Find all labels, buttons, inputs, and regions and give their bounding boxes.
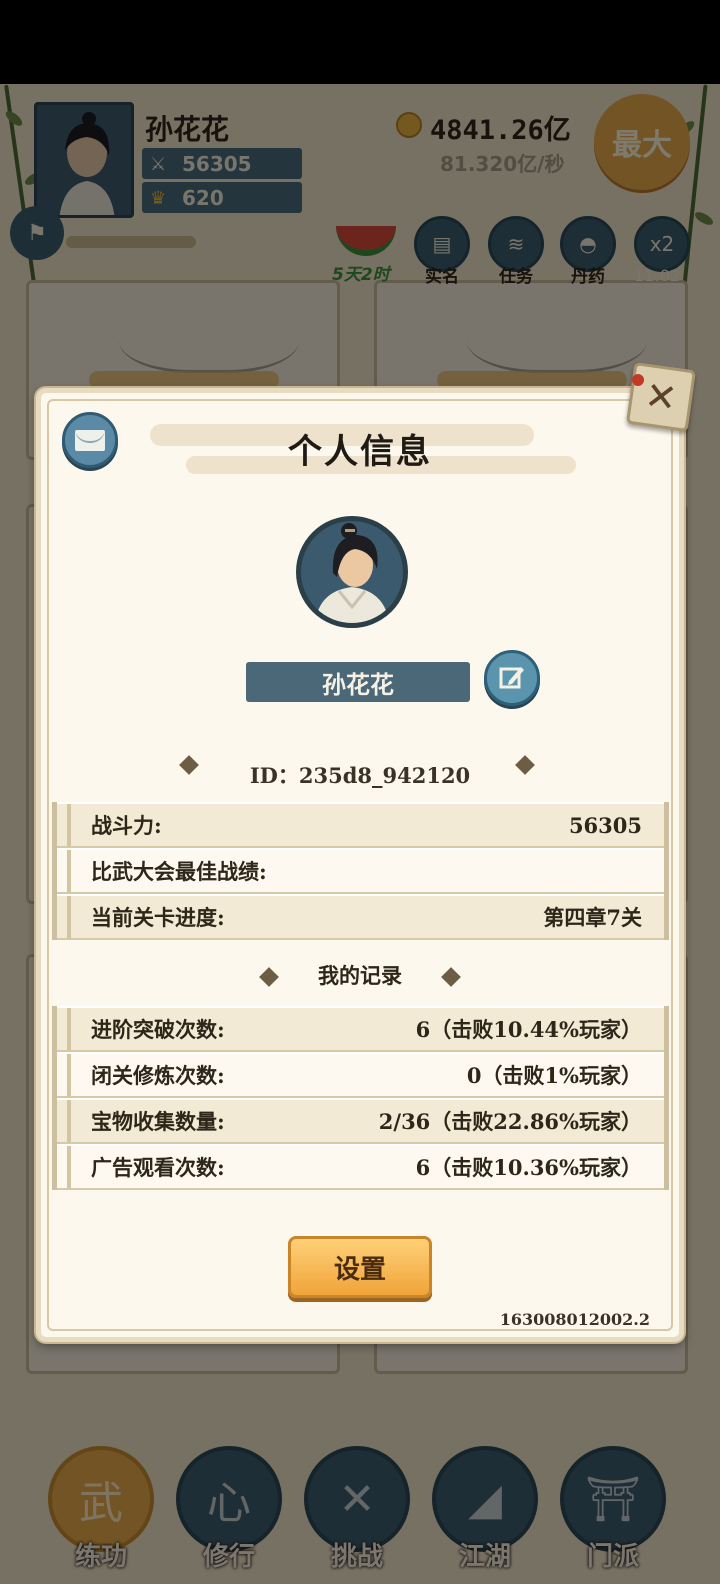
record-label: 闭关修炼次数: <box>91 1063 225 1088</box>
stat-value: 第四章7关 <box>543 905 642 930</box>
record-value: 2/36（击败22.86%玩家） <box>378 1109 642 1134</box>
stat-row-combat-power: 战斗力: 56305 <box>57 802 664 848</box>
edit-name-button[interactable] <box>484 650 540 706</box>
notification-dot <box>632 374 644 386</box>
status-bar <box>0 0 720 84</box>
stat-value: 56305 <box>568 812 642 838</box>
record-value: 0（击败1%玩家） <box>466 1063 642 1088</box>
record-row-treasure: 宝物收集数量: 2/36（击败22.86%玩家） <box>57 1098 664 1144</box>
mail-button[interactable] <box>62 412 118 468</box>
record-label: 广告观看次数: <box>91 1155 225 1180</box>
player-name-plate: 孙花花 <box>246 662 470 702</box>
portrait-figure <box>315 523 389 623</box>
close-icon: ✕ <box>642 372 680 422</box>
dialog-title: 个人信息 <box>288 432 432 472</box>
stat-row-tournament: 比武大会最佳战绩: <box>57 848 664 894</box>
edit-icon <box>499 667 524 689</box>
record-row-seclusion: 闭关修炼次数: 0（击败1%玩家） <box>57 1052 664 1098</box>
records-title: 我的记录 <box>318 963 402 988</box>
stats-table: 战斗力: 56305 比武大会最佳战绩: 当前关卡进度: 第四章7关 <box>52 802 669 940</box>
profile-portrait <box>296 516 408 628</box>
version-number: 163008012002.2 <box>499 1310 650 1329</box>
stat-label: 战斗力: <box>91 813 162 838</box>
record-row-ads: 广告观看次数: 6（击败10.36%玩家） <box>57 1144 664 1190</box>
close-button[interactable]: ✕ <box>625 361 697 433</box>
record-label: 宝物收集数量: <box>91 1109 225 1134</box>
envelope-icon <box>75 429 105 451</box>
record-value: 6（击败10.36%玩家） <box>415 1155 642 1180</box>
stat-row-progress: 当前关卡进度: 第四章7关 <box>57 894 664 940</box>
player-id: ID：235d8_942120 <box>249 763 471 788</box>
settings-button[interactable]: 设置 <box>288 1236 432 1298</box>
record-row-breakthrough: 进阶突破次数: 6（击败10.44%玩家） <box>57 1006 664 1052</box>
record-label: 进阶突破次数: <box>91 1017 225 1042</box>
records-table: 进阶突破次数: 6（击败10.44%玩家） 闭关修炼次数: 0（击败1%玩家） … <box>52 1006 669 1190</box>
stat-label: 比武大会最佳战绩: <box>91 859 267 884</box>
record-value: 6（击败10.44%玩家） <box>415 1017 642 1042</box>
stat-label: 当前关卡进度: <box>91 905 225 930</box>
